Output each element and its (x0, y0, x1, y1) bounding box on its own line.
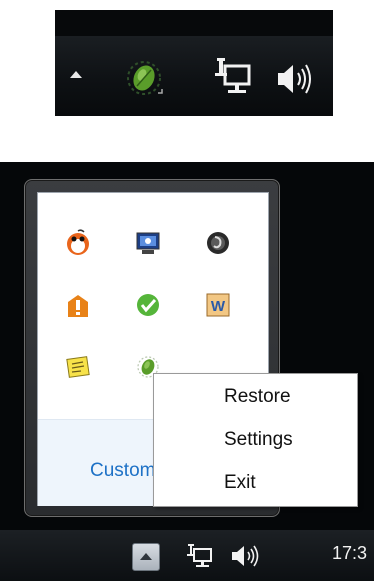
network-icon[interactable] (186, 543, 214, 569)
chevron-up-icon (140, 553, 152, 560)
menu-item-restore[interactable]: Restore (154, 378, 357, 418)
music-disc-icon[interactable] (204, 229, 232, 257)
svg-text:W: W (211, 298, 226, 315)
sticky-notes-icon[interactable] (64, 353, 92, 381)
word-w-icon[interactable]: W (204, 291, 232, 319)
green-leaf-icon[interactable] (125, 56, 165, 100)
menu-item-exit[interactable]: Exit (154, 464, 357, 504)
check-chat-icon[interactable] (134, 291, 162, 319)
taskbar-notification-area-preview (55, 10, 333, 116)
clock-time[interactable]: 17:3 (332, 543, 367, 564)
speaker-volume-icon[interactable] (230, 544, 262, 568)
menu-item-label: Restore (224, 386, 291, 407)
menu-item-settings[interactable]: Settings (154, 421, 357, 461)
show-hidden-icons-button[interactable] (132, 543, 160, 571)
show-hidden-icons-arrow-icon[interactable] (70, 71, 82, 78)
context-menu: Restore Settings Exit (153, 373, 358, 507)
menu-item-label: Exit (224, 472, 256, 493)
network-icon[interactable] (213, 56, 255, 98)
security-shield-icon[interactable] (64, 291, 92, 319)
penguin-icon[interactable] (64, 229, 92, 257)
remote-desktop-icon[interactable] (134, 229, 162, 257)
tray-overflow-screenshot: W Customize... Restore Settings Exit 17:… (0, 162, 374, 581)
taskbar: 17:3 (0, 530, 374, 581)
menu-item-label: Settings (224, 429, 293, 450)
speaker-volume-icon[interactable] (275, 62, 315, 96)
